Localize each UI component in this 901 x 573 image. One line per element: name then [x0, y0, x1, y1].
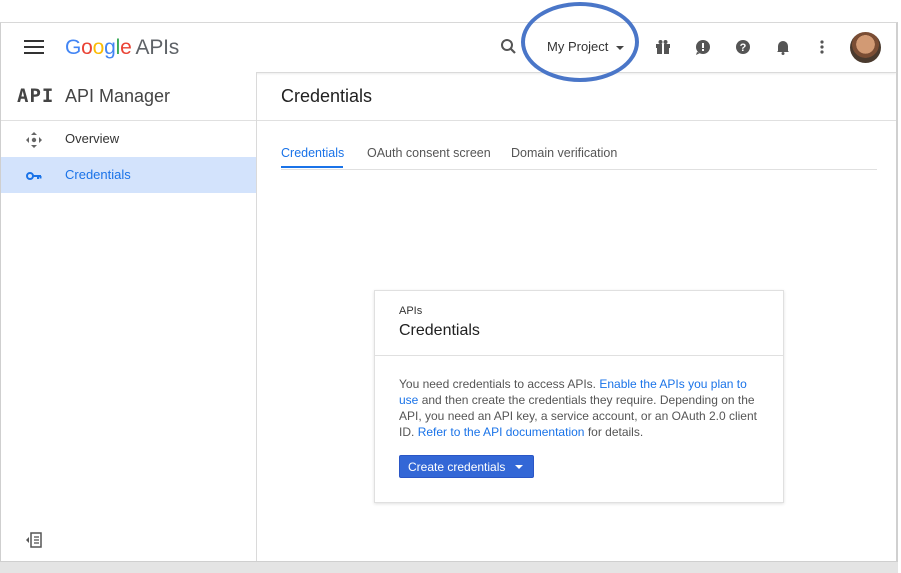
description-text: for details.	[587, 425, 644, 439]
create-credentials-button[interactable]: Create credentials	[399, 455, 535, 478]
chevron-down-icon	[616, 45, 625, 50]
gift-icon[interactable]	[653, 37, 673, 57]
credentials-card: APIs Credentials You need credentials to…	[374, 290, 784, 503]
sidebar-item-label: Credentials	[65, 167, 131, 182]
sidebar: API API Manager Overview Credentials	[1, 72, 257, 563]
sidebar-item-credentials[interactable]: Credentials	[1, 157, 256, 193]
app-window: Google APIs My Project ? API API Manager…	[0, 22, 898, 563]
svg-text:?: ?	[740, 42, 747, 54]
tab-bar: Credentials OAuth consent screen Domain …	[281, 136, 877, 170]
sidebar-item-overview[interactable]: Overview	[1, 121, 256, 157]
page-title: Credentials	[281, 86, 373, 106]
sidebar-title: API Manager	[65, 86, 171, 106]
card-header: APIs Credentials	[375, 291, 783, 356]
collapse-sidebar-icon[interactable]	[25, 531, 43, 549]
description-text: You need credentials to access APIs.	[399, 377, 597, 391]
main-content: Credentials Credentials OAuth consent sc…	[257, 72, 896, 563]
card-overline: APIs	[399, 305, 423, 317]
key-icon	[26, 172, 42, 180]
window-bottom-edge	[0, 561, 898, 573]
card-title: Credentials	[399, 322, 480, 339]
api-documentation-link[interactable]: Refer to the API documentation	[418, 425, 585, 439]
help-icon[interactable]: ?	[733, 37, 753, 57]
tab-domain-verification[interactable]: Domain verification	[511, 146, 617, 160]
active-tab-indicator	[281, 166, 343, 168]
avatar[interactable]	[850, 32, 881, 63]
tab-credentials[interactable]: Credentials	[281, 146, 344, 160]
more-vert-icon[interactable]	[812, 37, 832, 57]
main-header: Credentials	[257, 72, 896, 121]
search-icon[interactable]	[499, 37, 519, 57]
sidebar-header: API API Manager	[1, 72, 256, 121]
google-apis-logo[interactable]: Google APIs	[65, 36, 179, 60]
menu-icon[interactable]	[24, 40, 44, 54]
overview-icon	[26, 132, 42, 148]
api-badge: API	[17, 85, 55, 107]
project-selector[interactable]: My Project	[547, 39, 625, 54]
sidebar-item-label: Overview	[65, 131, 120, 146]
top-bar: Google APIs My Project ?	[1, 23, 896, 73]
card-description: You need credentials to access APIs. Ena…	[399, 376, 761, 440]
create-credentials-label: Create credentials	[408, 459, 506, 474]
notifications-icon[interactable]	[773, 37, 793, 57]
tab-oauth-consent-screen[interactable]: OAuth consent screen	[367, 146, 491, 160]
feedback-icon[interactable]	[693, 37, 713, 57]
chevron-down-icon	[515, 464, 524, 469]
project-label: My Project	[547, 39, 609, 54]
